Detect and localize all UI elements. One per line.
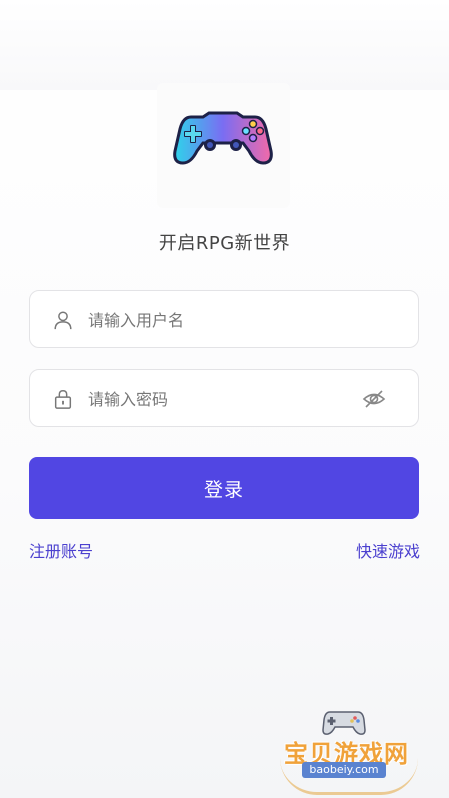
watermark: 宝贝游戏网 baobeiy.com (274, 706, 424, 795)
lock-icon (54, 390, 72, 409)
password-input[interactable] (86, 370, 360, 428)
register-link[interactable]: 注册账号 (29, 538, 93, 562)
username-field[interactable] (29, 290, 419, 349)
username-input[interactable] (86, 291, 360, 349)
quick-play-link[interactable]: 快速游戏 (356, 538, 420, 562)
watermark-url: baobeiy.com (302, 762, 386, 778)
eye-off-icon[interactable] (362, 387, 386, 411)
top-background (0, 0, 449, 90)
watermark-gamepad-icon (322, 711, 366, 735)
app-tagline: 开启RPG新世界 (158, 233, 291, 254)
app-logo (157, 83, 290, 208)
password-field[interactable] (29, 369, 419, 428)
gamepad-icon (173, 111, 273, 165)
login-button[interactable]: 登录 (29, 457, 419, 519)
user-icon (54, 311, 72, 330)
